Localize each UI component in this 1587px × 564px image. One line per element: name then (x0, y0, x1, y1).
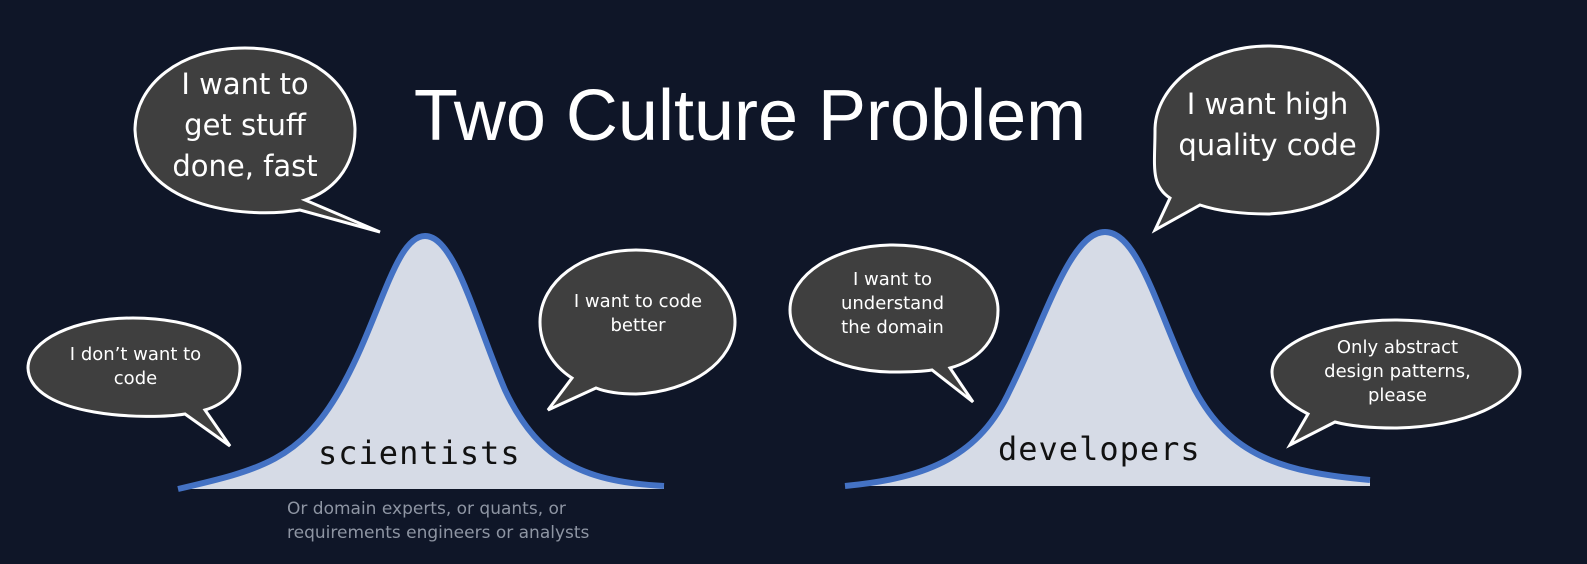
slide: Two Culture Problem I want to get stuff … (0, 0, 1587, 564)
bubble-text-abstract-patterns: Only abstract design patterns, please (1324, 337, 1471, 406)
slide-title: Two Culture Problem (413, 76, 1087, 156)
bubble-text-dont-want-to-code: I don’t want to code (69, 344, 202, 389)
bubble-text-get-stuff-done: I want to get stuff done, fast (172, 67, 318, 183)
bubble-text-understand-domain: I want to understand the domain (840, 269, 945, 338)
bubble-text-code-better: I want to code better (573, 291, 703, 336)
scientists-footnote: Or domain experts, or quants, or require… (287, 499, 590, 543)
developers-label: developers (998, 430, 1201, 468)
scientists-label: scientists (318, 434, 521, 472)
bubble-text-high-quality-code: I want high quality code (1178, 87, 1357, 162)
